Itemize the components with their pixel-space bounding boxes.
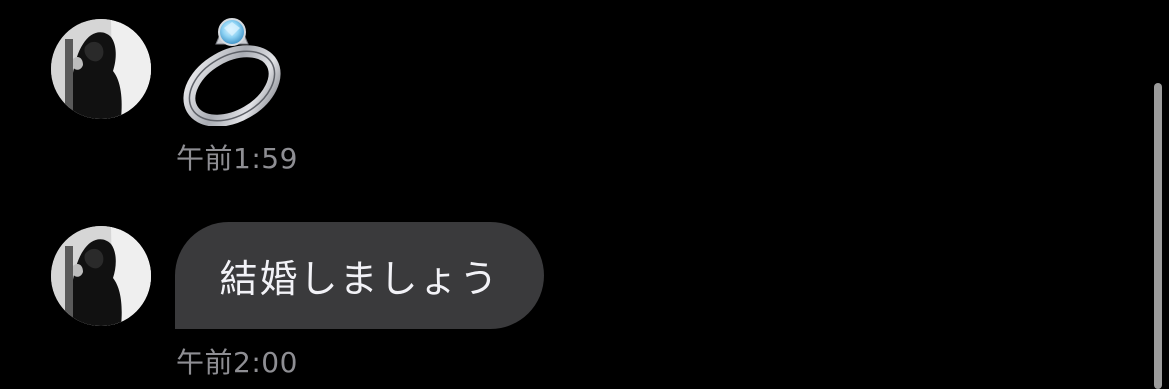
message-bubble[interactable]: 結婚しましょう — [175, 222, 544, 329]
ring-emoji-message[interactable] — [176, 14, 288, 126]
message-text: 結婚しましょう — [219, 257, 500, 301]
chat-thread: 午前1:59 結婚しましょう 午前2:00 — [0, 0, 1169, 389]
avatar-photo — [51, 226, 151, 326]
message-timestamp: 午前2:00 — [176, 346, 298, 379]
sender-avatar[interactable] — [51, 226, 151, 326]
ring-icon — [183, 18, 281, 126]
avatar-photo — [51, 19, 151, 119]
message-timestamp: 午前1:59 — [176, 142, 298, 175]
sender-avatar[interactable] — [51, 19, 151, 119]
scrollbar[interactable] — [1154, 83, 1162, 389]
